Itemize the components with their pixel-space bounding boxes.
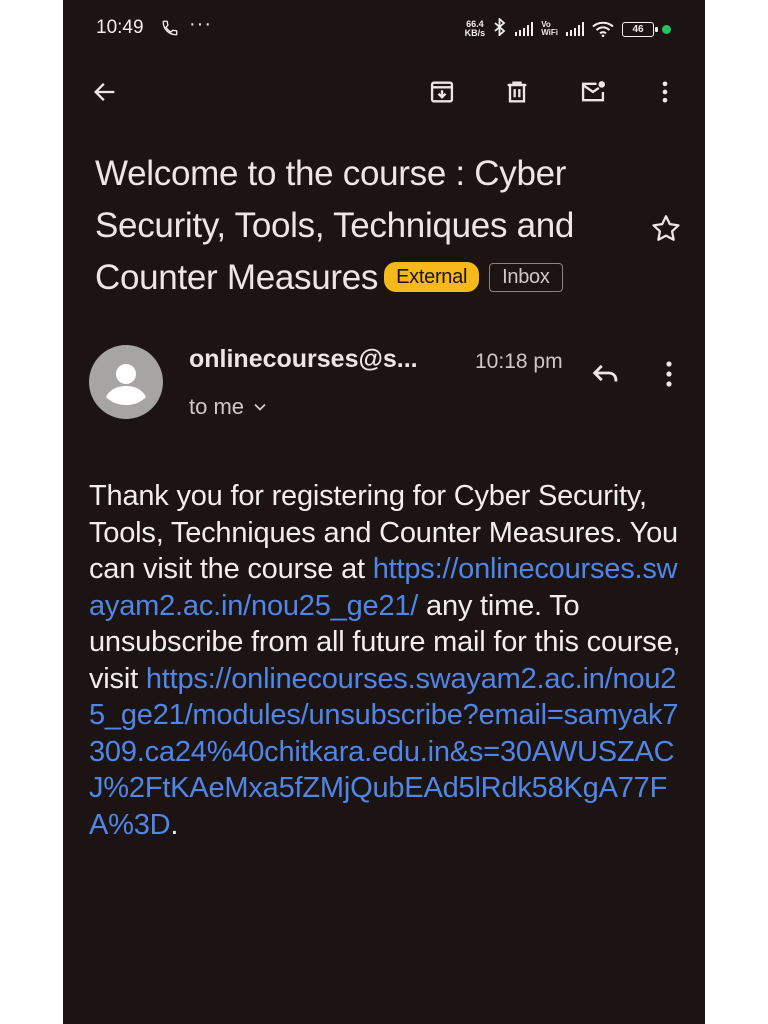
bluetooth-icon <box>493 16 507 41</box>
recipient-text: to me <box>189 394 245 419</box>
trash-icon <box>507 81 527 103</box>
email-time: 10:18 pm <box>475 350 563 373</box>
recipient-details[interactable]: to me <box>189 394 268 420</box>
wifi-icon <box>592 21 614 37</box>
sender-name[interactable]: onlinecourses@s... <box>189 345 418 374</box>
body-end-text: . <box>170 808 179 841</box>
vowifi-indicator: Vo WiFi <box>541 21 558 37</box>
external-label-badge: External <box>384 262 480 292</box>
status-icons: 66.4 KB/s Vo WiFi 46 <box>465 16 671 42</box>
sender-avatar[interactable] <box>89 345 163 419</box>
more-vert-icon <box>662 81 668 103</box>
message-more-icon[interactable] <box>659 358 679 390</box>
wifi-label: WiFi <box>541 28 558 37</box>
network-speed: 66.4 KB/s <box>465 20 486 38</box>
privacy-dot <box>662 24 671 34</box>
reply-icon[interactable] <box>589 356 623 390</box>
person-icon <box>106 364 146 405</box>
phone-call-icon <box>162 20 178 36</box>
email-body: Thank you for registering for Cyber Secu… <box>89 478 684 843</box>
arrow-left-icon <box>94 83 115 101</box>
delete-button[interactable] <box>501 76 533 108</box>
status-time: 10:49 <box>96 17 144 38</box>
chevron-down-icon <box>254 403 266 411</box>
network-speed-unit: KB/s <box>464 28 486 38</box>
email-subject: Welcome to the course : Cyber Security, … <box>95 148 655 304</box>
archive-icon <box>430 81 454 103</box>
status-bar: 10:49 ··· 66.4 KB/s Vo WiFi 46 <box>63 0 705 58</box>
status-more-dots: ··· <box>189 13 212 35</box>
email-toolbar <box>63 64 705 120</box>
back-button[interactable] <box>89 76 121 108</box>
signal-strength-icon-2 <box>566 22 584 36</box>
mail-unread-icon <box>581 81 606 102</box>
more-options-button[interactable] <box>649 76 681 108</box>
archive-button[interactable] <box>426 76 458 108</box>
gmail-screen: 10:49 ··· 66.4 KB/s Vo WiFi 46 Welcome t… <box>63 0 705 1024</box>
battery-indicator: 46 <box>622 21 658 37</box>
star-icon[interactable] <box>649 212 683 246</box>
signal-strength-icon <box>515 22 534 36</box>
mark-unread-button[interactable] <box>577 76 609 108</box>
inbox-label-chip[interactable]: Inbox <box>489 263 563 292</box>
